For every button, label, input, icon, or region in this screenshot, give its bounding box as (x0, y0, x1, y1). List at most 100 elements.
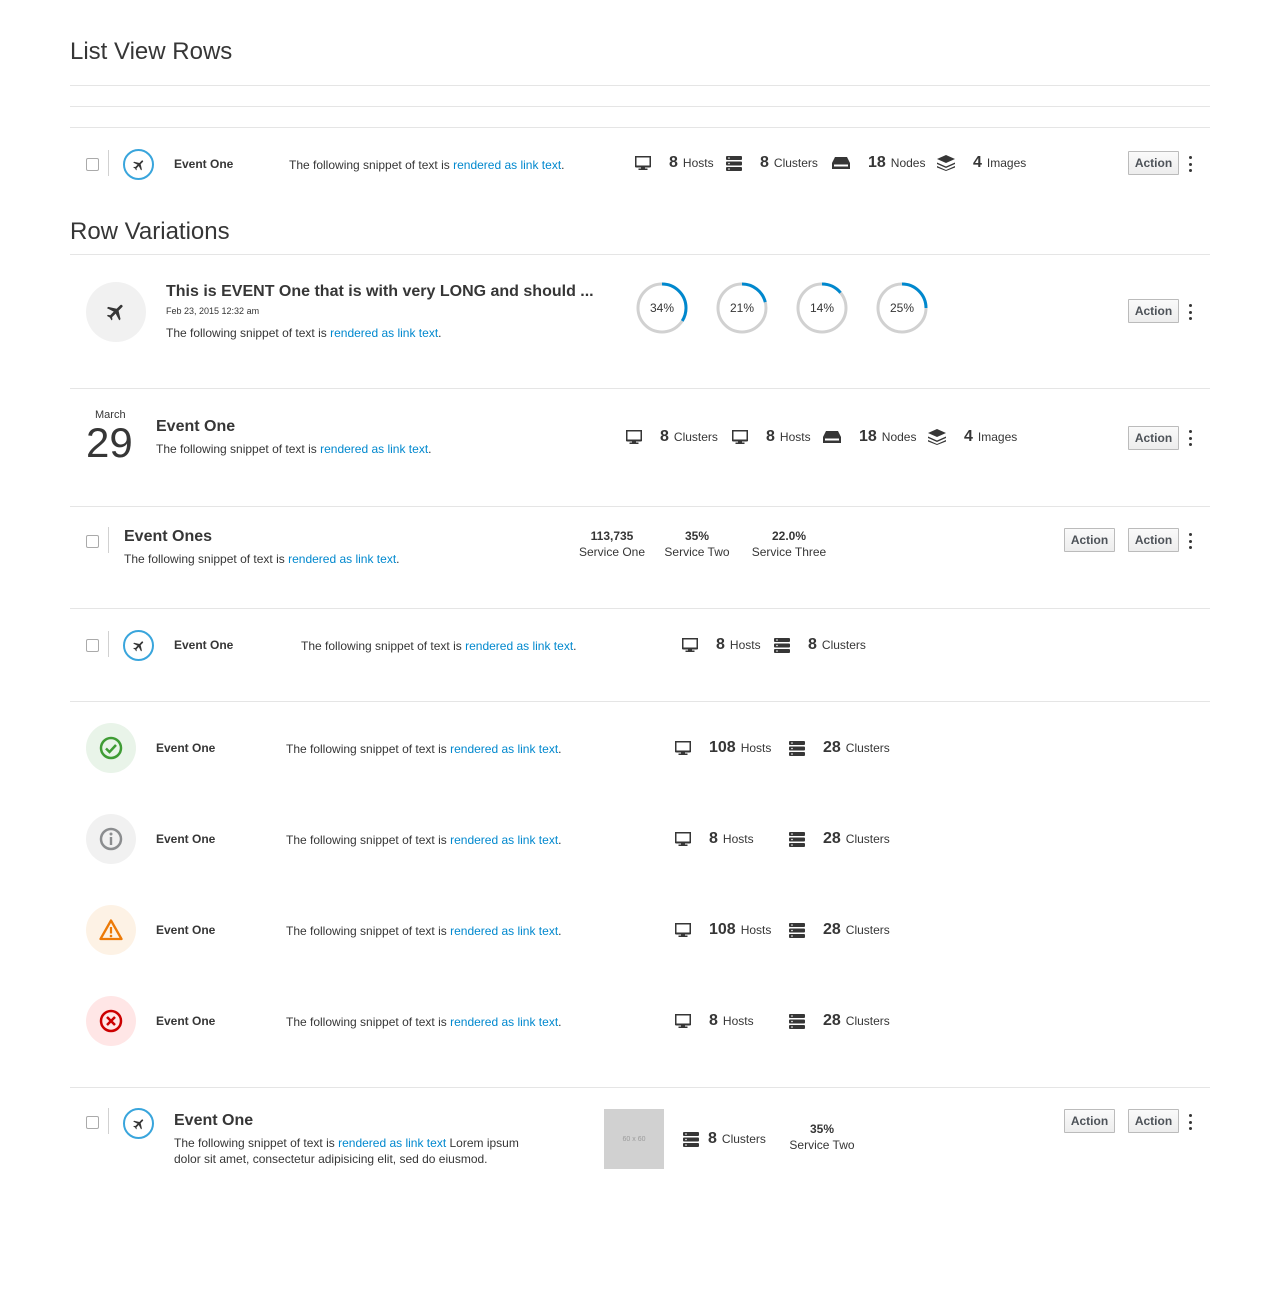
clusters-label: Clusters (845, 923, 890, 937)
server-icon (789, 922, 814, 938)
utilization-donut: 14% (795, 281, 849, 335)
utilization-donut: 25% (875, 281, 929, 335)
plane-icon (123, 149, 154, 180)
row-checkbox[interactable] (86, 535, 99, 548)
item-description: The following snippet of text is rendere… (156, 442, 432, 456)
list-item[interactable]: March 29 Event One The following snippet… (70, 389, 1210, 506)
label: Nodes (881, 430, 917, 444)
list-item[interactable]: Event One The following snippet of text i… (70, 723, 1210, 773)
action-button[interactable]: Action (1128, 299, 1179, 323)
link-text[interactable]: rendered as link text (330, 326, 438, 340)
donut-label: 34% (649, 301, 675, 315)
link-text[interactable]: rendered as link text (450, 833, 558, 847)
list-item[interactable]: This is EVENT One that is with very LONG… (70, 255, 1210, 388)
hosts-info: 108 Hosts (675, 739, 771, 757)
list-item[interactable]: Event One The following snippet of text i… (70, 814, 1210, 864)
divider (108, 1108, 109, 1134)
link-text[interactable]: rendered as link text (450, 924, 558, 938)
clusters-info: 8 Clusters (626, 428, 718, 446)
item-title: Event One (156, 1014, 216, 1028)
server-icon (789, 831, 814, 847)
list-item[interactable]: Event One The following snippet of text i… (70, 996, 1210, 1046)
row-checkbox[interactable] (86, 158, 99, 171)
hosts-label: Hosts (722, 1014, 754, 1028)
list-item[interactable]: Event One The following snippet of text i… (70, 905, 1210, 955)
monitor-icon (675, 923, 700, 937)
utilization-donut: 34% (635, 281, 689, 335)
clusters-info: 28 Clusters (789, 830, 890, 848)
action-button[interactable]: Action (1128, 1109, 1179, 1133)
kebab-menu-icon[interactable] (1189, 156, 1193, 172)
hosts-count: 108 (709, 921, 736, 938)
utilization-donut: 21% (715, 281, 769, 335)
hosts-count: 8 (709, 830, 718, 847)
monitor-icon (675, 1014, 700, 1028)
hosts-info: 8 Hosts (675, 830, 754, 848)
item-title: Event One (156, 832, 216, 846)
item-description-line2: dolor sit amet, consectetur adipisicing … (174, 1152, 488, 1166)
link-text[interactable]: rendered as link text (320, 442, 428, 456)
hosts-count: 8 (709, 1012, 718, 1029)
row-checkbox[interactable] (86, 639, 99, 652)
row-checkbox[interactable] (86, 1116, 99, 1129)
thumbnail-image: 60 x 60 (604, 1109, 664, 1169)
warning-triangle-icon (86, 905, 136, 955)
clusters-info: 8 Clusters (726, 154, 818, 172)
item-title: Event Ones (124, 528, 213, 545)
plane-icon (123, 630, 154, 661)
count: 4 (973, 154, 982, 171)
item-title: Event One (156, 923, 216, 937)
stat-value: 22.0% (771, 529, 807, 543)
list-item[interactable]: Event One The following snippet of text … (70, 609, 1210, 701)
label: Hosts (779, 430, 811, 444)
monitor-icon (635, 156, 660, 170)
count: 8 (660, 428, 669, 445)
stat-value: 35% (809, 1122, 835, 1136)
server-icon (774, 637, 799, 653)
images-info: 4 Images (937, 154, 1026, 172)
item-title: Event One (156, 741, 216, 755)
link-text[interactable]: rendered as link text (465, 639, 573, 653)
stat-label: Service Three (751, 545, 827, 559)
thumbnail-label: 60 x 60 (622, 1135, 646, 1143)
clusters-count: 28 (823, 921, 841, 938)
link-text[interactable]: rendered as link text (338, 1136, 446, 1150)
link-text[interactable]: rendered as link text (450, 742, 558, 756)
label: Hosts (729, 638, 761, 652)
label: Images (986, 156, 1027, 170)
image-layers-icon (928, 429, 955, 445)
timestamp: Feb 23, 2015 12:32 am (166, 306, 260, 316)
list-item[interactable]: Event One The following snippet of text … (70, 128, 1210, 200)
label: Hosts (682, 156, 714, 170)
link-text[interactable]: rendered as link text (288, 552, 396, 566)
list-item[interactable]: Event One The following snippet of text … (70, 1088, 1210, 1188)
action-button[interactable]: Action (1128, 151, 1179, 175)
action-button[interactable]: Action (1128, 426, 1179, 450)
list-item[interactable]: Event Ones The following snippet of text… (70, 507, 1210, 608)
action-button[interactable]: Action (1064, 1109, 1115, 1133)
monitor-icon (675, 832, 700, 846)
link-text[interactable]: rendered as link text (450, 1015, 558, 1029)
service-stat: 35% Service Two (789, 1122, 855, 1152)
divider (70, 701, 1210, 702)
item-title: Event One (174, 638, 234, 652)
kebab-menu-icon[interactable] (1189, 533, 1193, 549)
clusters-label: Clusters (845, 832, 890, 846)
kebab-menu-icon[interactable] (1189, 430, 1193, 446)
link-text[interactable]: rendered as link text (453, 158, 561, 172)
monitor-icon (732, 430, 757, 444)
kebab-menu-icon[interactable] (1189, 304, 1193, 320)
hosts-count: 108 (709, 739, 736, 756)
kebab-menu-icon[interactable] (1189, 1114, 1193, 1130)
action-button[interactable]: Action (1128, 528, 1179, 552)
server-icon (726, 155, 751, 171)
hosts-label: Hosts (740, 923, 772, 937)
server-icon (789, 740, 814, 756)
label: Clusters (673, 430, 718, 444)
clusters-count: 8 (708, 1130, 717, 1147)
hosts-label: Hosts (722, 832, 754, 846)
count: 18 (859, 428, 877, 445)
action-button[interactable]: Action (1064, 528, 1115, 552)
stat-value: 113,735 (590, 529, 634, 543)
date-day: 29 (86, 419, 133, 466)
